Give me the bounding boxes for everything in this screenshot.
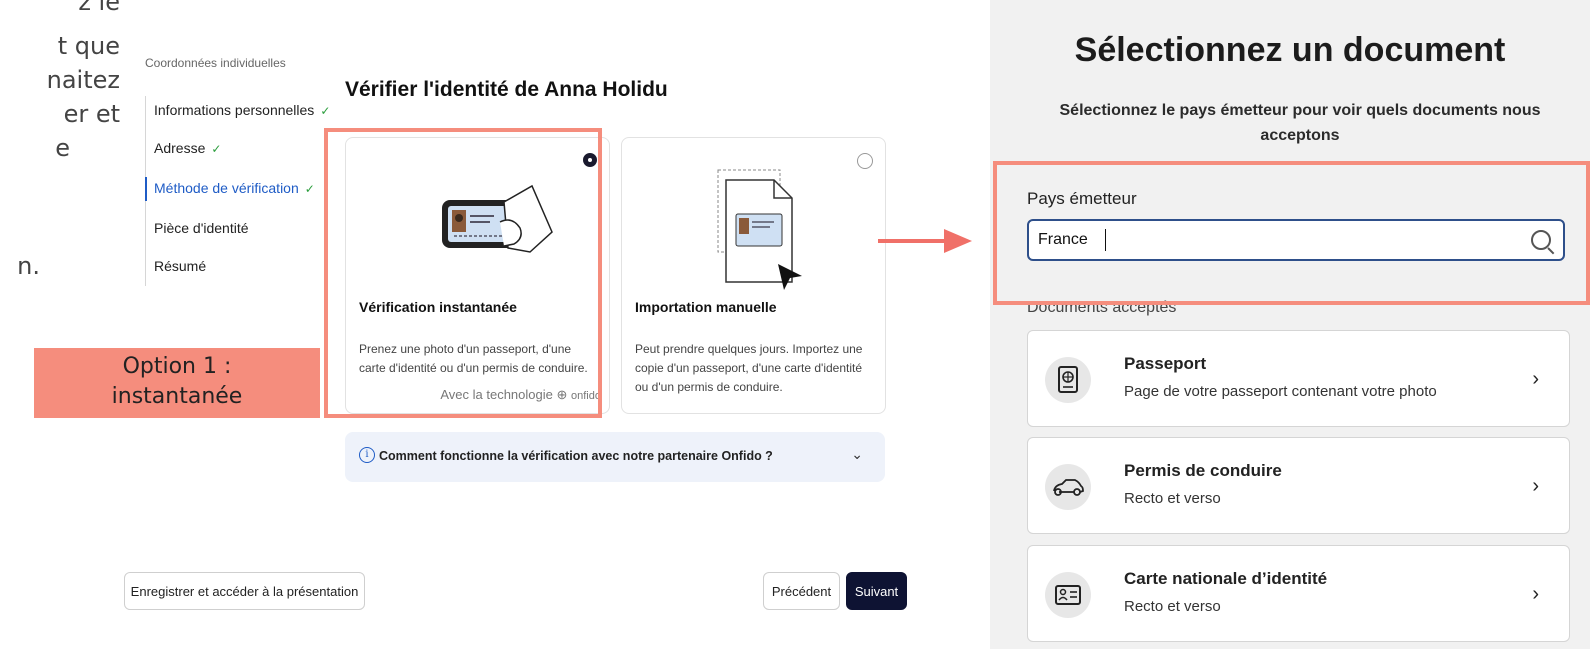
save-and-overview-button[interactable]: Enregistrer et accéder à la présentation [124,572,365,610]
step-label: Méthode de vérification [154,180,299,196]
document-description: Page de votre passeport contenant votre … [1124,383,1437,400]
step-id-document[interactable]: Pièce d'identité [154,220,249,236]
car-icon [1045,464,1091,510]
cutoff-line: e [55,134,70,162]
annotation-line: Option 1 : [122,354,232,379]
document-description: Recto et verso [1124,490,1221,507]
step-label: Pièce d'identité [154,220,249,236]
stepper-header: Coordonnées individuelles [145,56,286,70]
stepper: Informations personnelles ✓ Adresse ✓ Méth… [145,96,330,286]
document-option-id-card[interactable]: Carte nationale d’identité Recto et vers… [1027,545,1570,642]
step-label: Informations personnelles [154,102,315,118]
document-selection-panel: Sélectionnez un document Sélectionnez le… [990,0,1590,649]
id-card-icon [1045,572,1091,618]
document-title: Carte nationale d’identité [1124,569,1328,588]
annotation-arrow-head-icon [944,229,972,253]
document-description: Recto et verso [1124,598,1221,615]
radio-unselected-icon[interactable] [857,153,873,169]
option-title: Importation manuelle [635,299,777,315]
step-label: Adresse [154,140,206,156]
document-title: Passeport [1124,354,1207,373]
document-option-passport[interactable]: Passeport Page de votre passeport conten… [1027,330,1570,427]
step-summary[interactable]: Résumé [154,258,206,274]
annotation-line: instantanée [111,384,243,409]
cutoff-line: t que [57,32,120,60]
cutoff-line: z le [78,0,120,16]
info-icon: i [359,447,375,463]
annotation-arrow-line [878,239,948,243]
highlight-box-option1 [324,128,602,418]
panel-title: Sélectionnez un document [1074,31,1506,69]
passport-icon [1045,357,1091,403]
onfido-info-accordion[interactable]: i Comment fonctionne la vérification ave… [345,432,885,482]
chevron-right-icon: › [1532,583,1539,605]
step-verification-method[interactable]: Méthode de vérification ✓ [154,180,315,196]
active-step-indicator [145,177,147,201]
document-title: Permis de conduire [1124,461,1282,480]
cutoff-instructions-text: z le t que naitez er et e n. [0,0,130,300]
step-address[interactable]: Adresse ✓ [154,140,221,156]
chevron-right-icon: › [1532,475,1539,497]
check-icon: ✓ [211,142,222,156]
check-icon: ✓ [304,182,315,196]
chevron-down-icon: ⌄ [851,446,863,462]
check-icon: ✓ [320,104,331,118]
accordion-title: Comment fonctionne la vérification avec … [379,449,773,463]
cutoff-line: er et [63,100,120,128]
page-title: Vérifier l'identité de Anna Holidu [345,78,668,101]
cutoff-line: n. [17,252,40,280]
chevron-right-icon: › [1532,368,1539,390]
panel-subtitle: Sélectionnez le pays émetteur pour voir … [1059,102,1541,144]
document-upload-illustration-icon [717,169,802,290]
highlight-box-country [993,161,1590,305]
document-option-driving-license[interactable]: Permis de conduire Recto et verso › [1027,437,1570,534]
step-personal-info[interactable]: Informations personnelles ✓ [154,102,330,118]
cutoff-line: naitez [46,66,120,94]
annotation-option-label: Option 1 : instantanée [34,348,320,418]
next-button[interactable]: Suivant [846,572,907,610]
option-card-manual[interactable]: Importation manuelle Peut prendre quelqu… [621,137,886,414]
step-label: Résumé [154,258,207,274]
option-description: Peut prendre quelques jours. Importez un… [635,342,863,394]
previous-button[interactable]: Précédent [763,572,840,610]
